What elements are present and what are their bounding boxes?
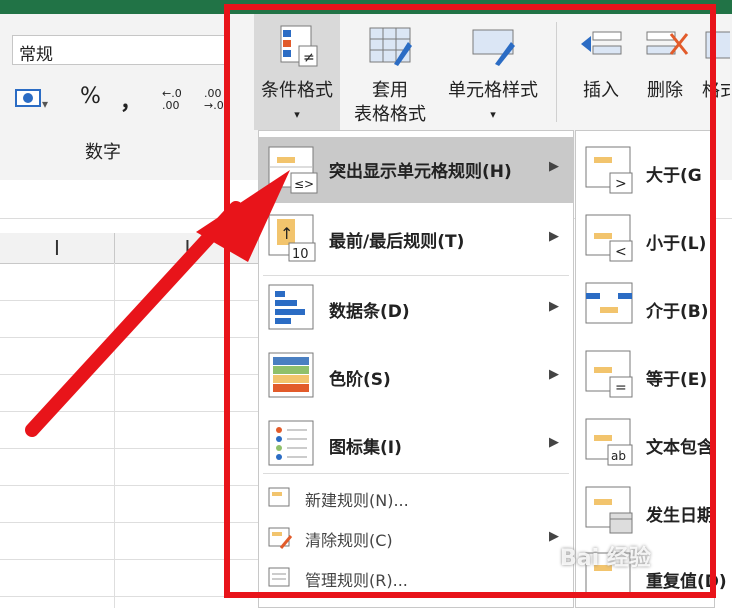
watermark: Bai 经验	[560, 546, 651, 571]
highlight-frame	[224, 4, 716, 598]
